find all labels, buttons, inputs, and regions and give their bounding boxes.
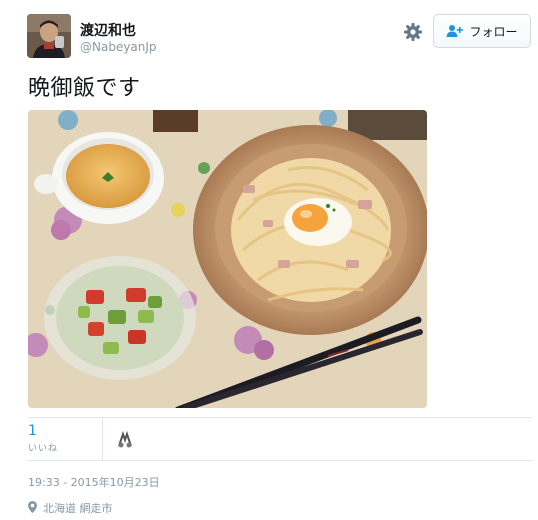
- stats-separator: [102, 418, 103, 460]
- display-name[interactable]: 渡辺和也: [80, 20, 136, 40]
- liker-avatar[interactable]: [115, 430, 135, 450]
- screen-name[interactable]: @NabeyanJp: [80, 40, 157, 54]
- avatar[interactable]: [27, 14, 71, 58]
- likes-label[interactable]: いいね: [28, 441, 58, 454]
- stats-bar: 1 いいね: [28, 418, 532, 460]
- location-label: 北海道 網走市: [43, 502, 113, 515]
- tweet-text: 晩御飯です: [28, 76, 141, 101]
- stats-bottom-divider: [28, 460, 532, 461]
- location-pin-icon: [28, 500, 37, 516]
- follow-person-icon: [446, 24, 464, 38]
- likes-count[interactable]: 1: [28, 423, 37, 439]
- gear-icon[interactable]: [403, 22, 423, 42]
- location[interactable]: 北海道 網走市: [28, 500, 113, 516]
- tweet-photo[interactable]: [28, 110, 427, 408]
- follow-button[interactable]: フォロー: [433, 14, 531, 48]
- timestamp[interactable]: 19:33 - 2015年10月23日: [28, 474, 160, 490]
- follow-label: フォロー: [469, 24, 518, 39]
